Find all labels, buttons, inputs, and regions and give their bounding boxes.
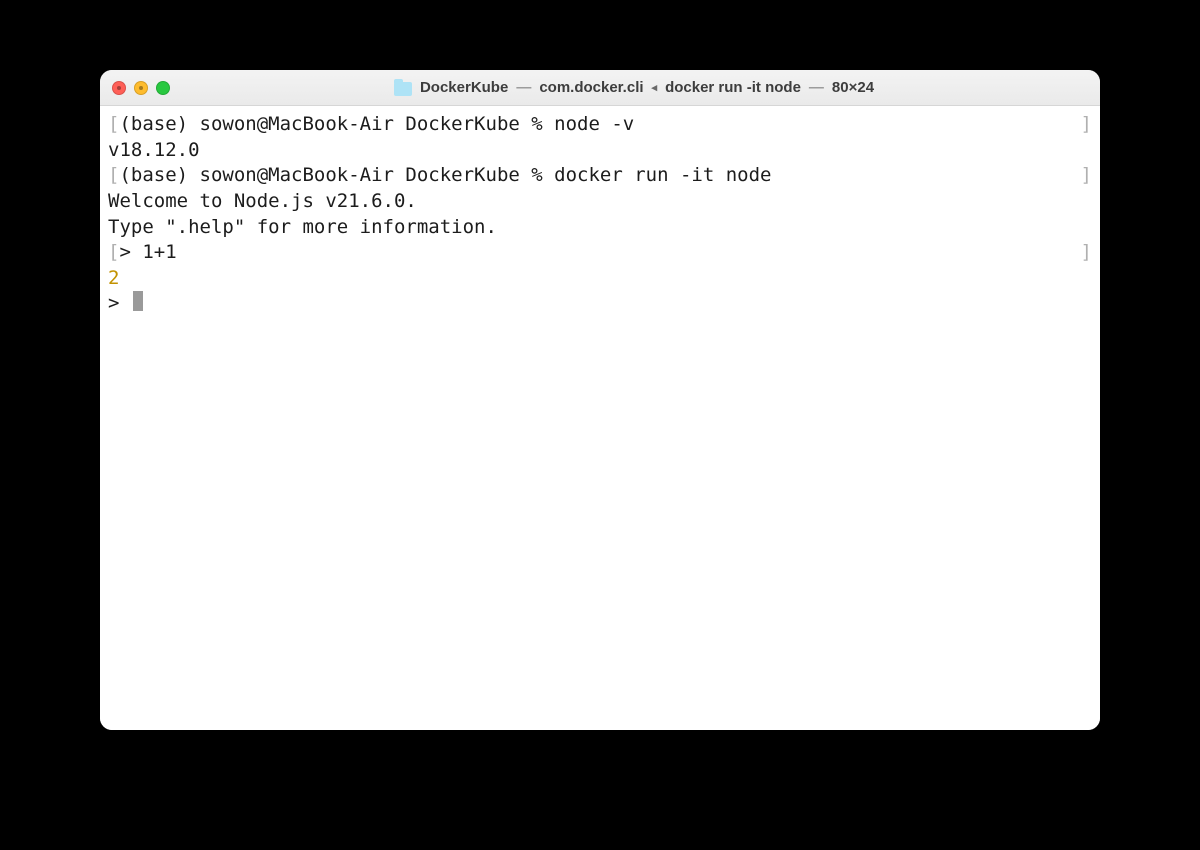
terminal-text: (base) sowon@MacBook-Air DockerKube % no… (119, 112, 634, 138)
terminal-line: [(base) sowon@MacBook-Air DockerKube % d… (108, 163, 1092, 189)
traffic-lights (112, 81, 170, 95)
terminal-text: > (108, 291, 131, 317)
title-separator-2: — (809, 79, 824, 96)
title-command: docker run -it node (665, 79, 801, 96)
terminal-text: v18.12.0 (108, 138, 200, 164)
title-process: com.docker.cli (539, 79, 643, 96)
terminal-text: 2 (108, 266, 119, 292)
terminal-text: (base) sowon@MacBook-Air DockerKube % do… (119, 163, 771, 189)
bracket-right: ] (1081, 163, 1092, 189)
terminal-content-area[interactable]: [(base) sowon@MacBook-Air DockerKube % n… (100, 106, 1100, 730)
cursor (133, 291, 143, 311)
terminal-text: Welcome to Node.js v21.6.0. (108, 189, 417, 215)
terminal-line: > (108, 291, 1092, 317)
titlebar[interactable]: DockerKube — com.docker.cli ◂ docker run… (100, 70, 1100, 106)
terminal-line: Type ".help" for more information. (108, 215, 1092, 241)
bracket-left: [ (108, 112, 119, 138)
bracket-left: [ (108, 240, 119, 266)
title-separator: — (516, 79, 531, 96)
terminal-text: > 1+1 (119, 240, 176, 266)
terminal-line: [> 1+1] (108, 240, 1092, 266)
terminal-text: Type ".help" for more information. (108, 215, 497, 241)
title-folder: DockerKube (420, 79, 508, 96)
terminal-line: 2 (108, 266, 1092, 292)
terminal-line: Welcome to Node.js v21.6.0. (108, 189, 1092, 215)
folder-icon (394, 82, 412, 96)
bracket-right: ] (1081, 112, 1092, 138)
title-size: 80×24 (832, 79, 874, 96)
terminal-line: [(base) sowon@MacBook-Air DockerKube % n… (108, 112, 1092, 138)
minimize-button[interactable] (134, 81, 148, 95)
zoom-button[interactable] (156, 81, 170, 95)
terminal-line: v18.12.0 (108, 138, 1092, 164)
bracket-right: ] (1081, 240, 1092, 266)
bracket-left: [ (108, 163, 119, 189)
window-title: DockerKube — com.docker.cli ◂ docker run… (180, 79, 1088, 96)
close-button[interactable] (112, 81, 126, 95)
terminal-window: DockerKube — com.docker.cli ◂ docker run… (100, 70, 1100, 730)
title-triangle-icon: ◂ (652, 81, 658, 94)
